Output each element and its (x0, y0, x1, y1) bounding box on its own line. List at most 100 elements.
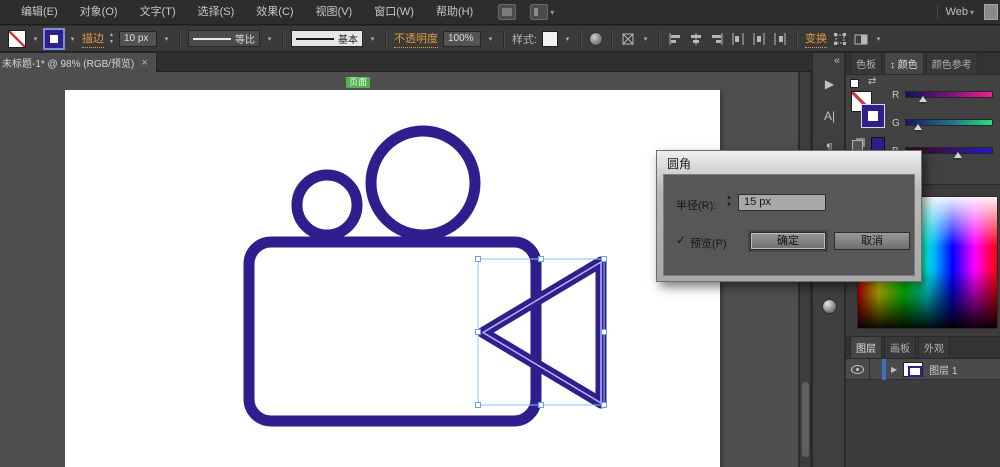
divider (611, 29, 613, 48)
tab-appearance[interactable]: 外观 (918, 336, 950, 358)
chevron-down-icon: ▾ (550, 7, 555, 17)
distribute-center-icon[interactable] (751, 31, 767, 47)
menu-help[interactable]: 帮助(H) (425, 0, 484, 25)
opacity-field[interactable]: 100% (442, 30, 481, 47)
divider (796, 29, 798, 48)
menu-type[interactable]: 文字(T) (129, 0, 187, 25)
radius-stepper[interactable]: ▲ ▼ (726, 195, 732, 209)
stroke-width-field[interactable]: 10 px (118, 30, 157, 47)
collapse-panels-icon[interactable]: « (834, 55, 840, 67)
expand-layer-icon[interactable]: ▶ (891, 365, 897, 374)
chevron-down-icon[interactable]: ▾ (265, 35, 274, 43)
cancel-button[interactable]: 取消 (834, 232, 910, 250)
menu-effect[interactable]: 效果(C) (245, 0, 304, 25)
brush-dropdown[interactable]: 基本 (290, 30, 363, 47)
align-center-icon[interactable] (688, 31, 704, 47)
chevron-down-icon[interactable]: ▾ (68, 35, 77, 43)
menu-edit[interactable]: 编辑(E) (10, 0, 69, 25)
chevron-down-icon: ▾ (969, 7, 974, 17)
eye-icon (851, 364, 864, 374)
stroke-color-swatch[interactable] (43, 27, 65, 50)
stroke-profile-dropdown[interactable]: 等比 (187, 30, 260, 47)
preview-label[interactable]: 预览(P) (690, 235, 727, 251)
free-transform-icon[interactable] (832, 31, 848, 47)
closest-web-color-swatch[interactable] (871, 137, 885, 151)
symbols-panel-icon[interactable]: ▶ (816, 71, 843, 97)
menu-object[interactable]: 对象(O) (69, 0, 129, 25)
stroke-width-stepper[interactable]: ▲ ▼ (109, 32, 114, 45)
brush-label: 基本 (337, 35, 358, 46)
scrollbar-thumb[interactable] (802, 382, 809, 457)
green-channel-label: G (892, 118, 900, 129)
brush-preview (295, 37, 334, 40)
chevron-down-icon[interactable]: ▾ (641, 35, 650, 43)
tab-layers[interactable]: 图层 (850, 336, 882, 358)
stroke-profile-preview (192, 37, 231, 40)
menu-select[interactable]: 选择(S) (187, 0, 246, 25)
tab-artboards[interactable]: 画板 (884, 336, 916, 358)
default-fill-stroke-icon[interactable] (850, 79, 859, 88)
menu-window[interactable]: 窗口(W) (363, 0, 425, 25)
small-lens-circle[interactable] (291, 169, 363, 241)
swap-fill-stroke-icon[interactable]: ⇄ (868, 76, 876, 87)
layer-name[interactable]: 图层 1 (929, 362, 957, 377)
layers-panel: 图层 画板 外观 ▶ 图层 1 (846, 336, 1000, 467)
ok-button[interactable]: 确定 (750, 232, 826, 250)
document-tab-bar: 未标题-1* @ 98% (RGB/预览) × (0, 53, 812, 72)
red-slider-handle[interactable] (919, 96, 927, 102)
large-lens-circle[interactable] (365, 125, 481, 241)
bridge-icon[interactable] (498, 4, 517, 20)
round-corners-dialog[interactable]: 圆角 半径(R): ▲ ▼ 15 px ✓ 预览(P) 确定 取消 (656, 150, 922, 282)
stepper-down-icon[interactable]: ▼ (726, 202, 732, 209)
document-tab[interactable]: 未标题-1* @ 98% (RGB/预览) × (0, 53, 157, 72)
distribute-left-icon[interactable] (730, 31, 746, 47)
layer-row[interactable]: ▶ 图层 1 (846, 358, 1000, 380)
align-left-icon[interactable] (667, 31, 683, 47)
divider (502, 29, 504, 48)
transform-panel-link[interactable]: 变换 (805, 30, 828, 48)
style-label: 样式: (511, 33, 538, 46)
tab-color-guide[interactable]: 颜色参考 (925, 52, 978, 74)
align-to-selection-icon[interactable] (620, 31, 636, 47)
dialog-body: 半径(R): ▲ ▼ 15 px ✓ 预览(P) 确定 取消 (663, 174, 915, 276)
divider (178, 29, 180, 48)
layer-thumbnail[interactable] (903, 361, 924, 377)
green-slider-handle[interactable] (914, 124, 922, 130)
fill-color-swatch[interactable] (8, 29, 26, 48)
tab-swatches[interactable]: 色板 (850, 52, 882, 74)
opacity-panel-link[interactable]: 不透明度 (393, 30, 438, 48)
graphic-style-swatch[interactable] (542, 30, 559, 47)
gradient-panel-icon[interactable] (816, 293, 843, 319)
recolor-artwork-icon[interactable] (589, 31, 604, 46)
stepper-down-icon[interactable]: ▼ (109, 39, 114, 45)
red-channel-label: R (892, 90, 900, 101)
stroke-swatch[interactable] (861, 104, 885, 128)
chevron-down-icon[interactable]: ▾ (486, 35, 495, 43)
window-control-button[interactable] (984, 4, 998, 20)
arrange-documents-icon[interactable] (530, 4, 549, 20)
preview-checkbox[interactable]: ✓ (676, 233, 686, 247)
character-panel-icon[interactable]: A| (816, 103, 843, 129)
close-icon[interactable]: × (141, 57, 147, 69)
stroke-panel-link[interactable]: 描边 (82, 30, 104, 48)
red-channel: R (892, 87, 996, 105)
chevron-down-icon[interactable]: ▾ (563, 35, 572, 43)
radius-input[interactable]: 15 px (738, 194, 826, 211)
align-right-icon[interactable] (709, 31, 725, 47)
workspace-switcher[interactable]: Web (946, 6, 968, 18)
chevron-down-icon[interactable]: ▾ (162, 35, 171, 43)
blue-slider-handle[interactable] (954, 152, 962, 158)
chevron-down-icon[interactable]: ▾ (368, 35, 377, 43)
chevron-down-icon[interactable]: ▾ (31, 35, 40, 43)
tab-color[interactable]: ↕ 颜色 (884, 52, 924, 74)
visibility-toggle[interactable] (846, 358, 870, 380)
isolate-selection-icon[interactable] (853, 31, 869, 47)
control-bar: ▾ ▾ 描边 ▲ ▼ 10 px ▾ 等比 ▾ 基本 ▾ 不透明度 100% ▾… (0, 26, 1000, 52)
stepper-up-icon[interactable]: ▲ (109, 32, 114, 38)
color-panel-tabbar: 色板 ↕ 颜色 颜色参考 (846, 52, 1000, 75)
distribute-right-icon[interactable] (772, 31, 788, 47)
document-title: 未标题-1* @ 98% (RGB/预览) (2, 59, 135, 70)
stepper-up-icon[interactable]: ▲ (726, 195, 732, 202)
menu-view[interactable]: 视图(V) (305, 0, 364, 25)
chevron-down-icon[interactable]: ▾ (874, 35, 883, 43)
